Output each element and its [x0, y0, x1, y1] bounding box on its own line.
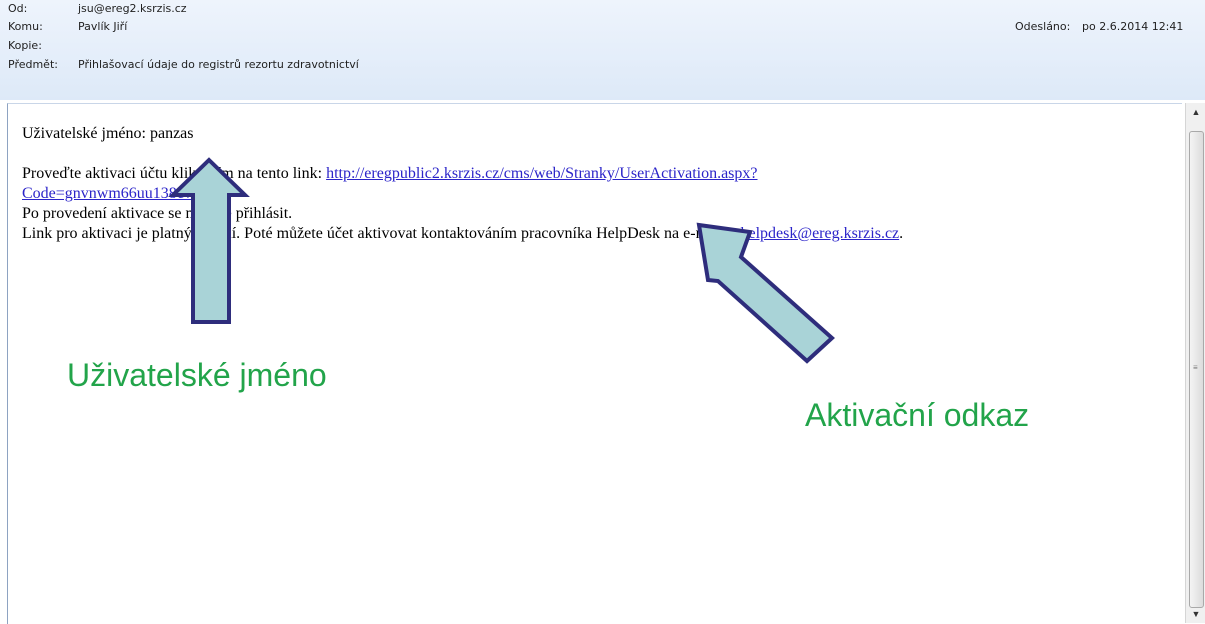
username-callout: Uživatelské jméno — [67, 357, 327, 393]
username-arrow-icon — [168, 157, 250, 324]
activation-link-arrow-icon — [696, 222, 835, 364]
activation-callout: Aktivační odkaz — [805, 397, 1030, 433]
annotation-arrows — [168, 157, 835, 364]
